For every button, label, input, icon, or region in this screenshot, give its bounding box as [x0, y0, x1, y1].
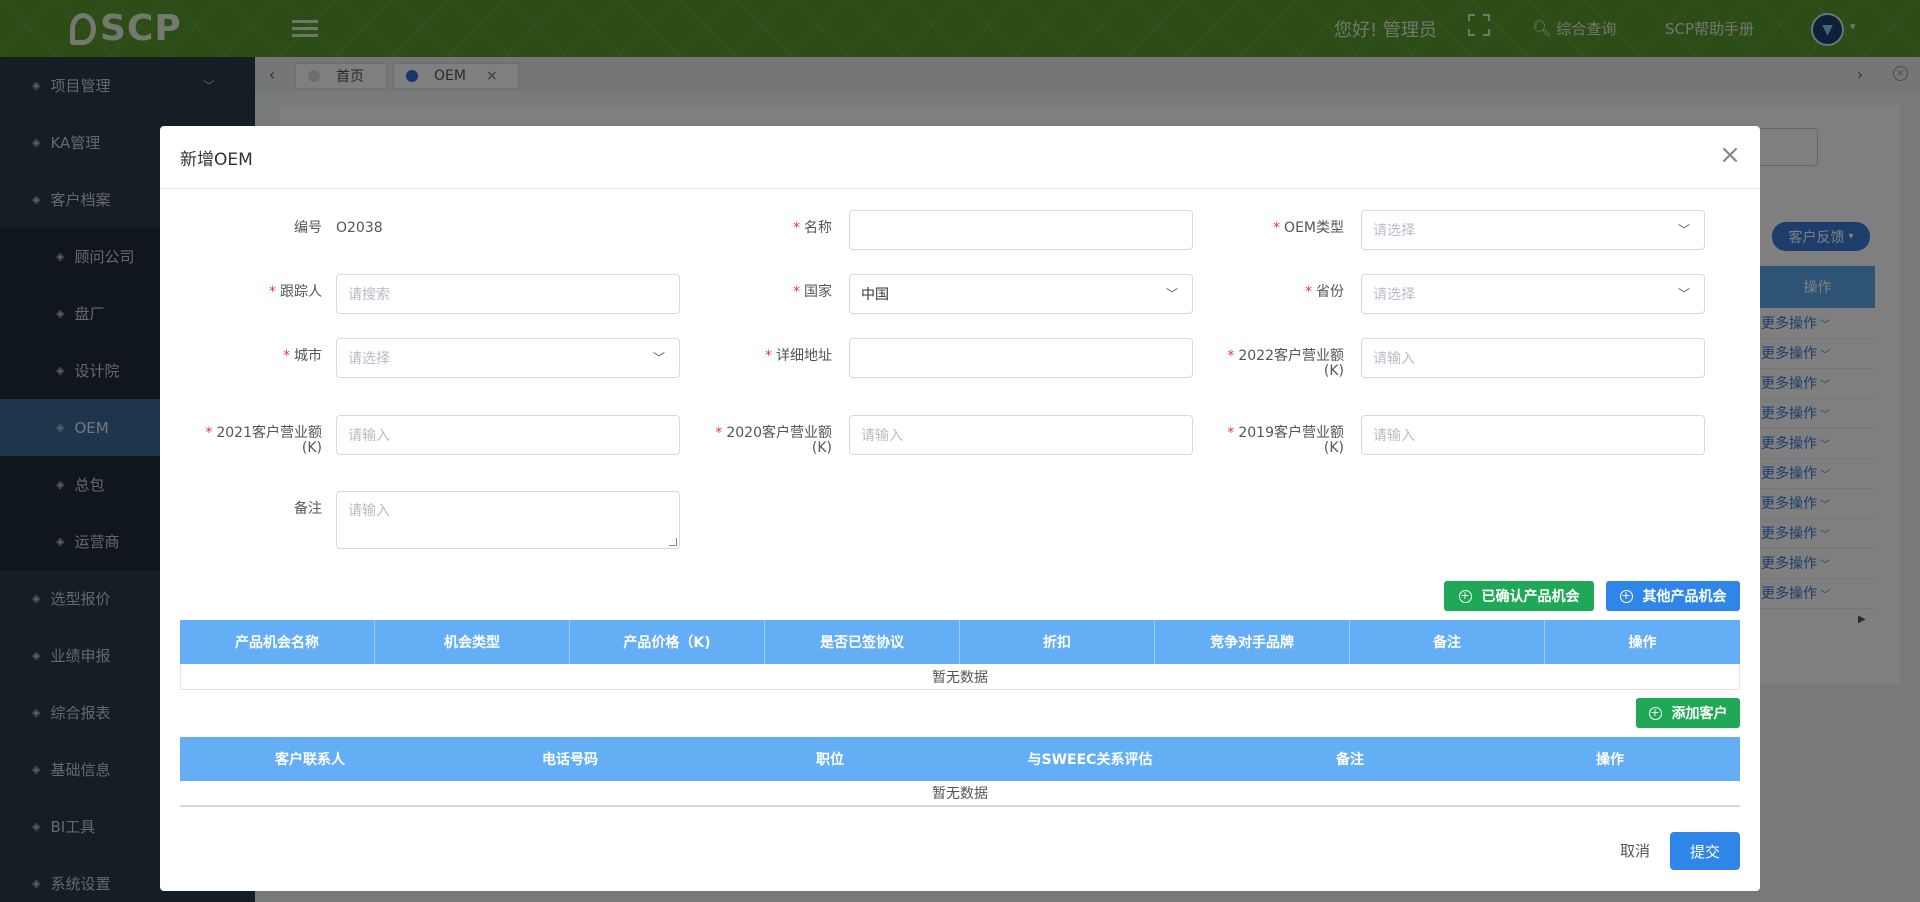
city-label: * 城市	[283, 348, 322, 364]
column-header[interactable]: 职位	[700, 737, 960, 781]
chevron-down-icon: ﹀	[1165, 287, 1178, 301]
column-header[interactable]: 备注	[1350, 620, 1545, 664]
column-header[interactable]: 客户联系人	[180, 737, 440, 781]
column-header[interactable]: 备注	[1220, 737, 1480, 781]
column-header[interactable]: 产品机会名称	[180, 620, 375, 664]
rev2021-label: * 2021客户营业额 (K)	[205, 425, 322, 456]
contact-table-header: 客户联系人 电话号码 职位 与SWEEC关系评估 备注 操作	[180, 737, 1740, 781]
address-input[interactable]	[849, 338, 1193, 378]
country-label: * 国家	[793, 284, 832, 300]
column-header[interactable]: 竞争对手品牌	[1155, 620, 1350, 664]
country-select[interactable]: 中国 ﹀	[849, 274, 1193, 314]
add-oem-dialog: 新增OEM × 编号 O2038 * 名称 * OEM类型 请选择 ﹀ * 跟踪人 请搜…	[160, 126, 1760, 891]
rev2020-input[interactable]: 请输入	[849, 415, 1193, 455]
province-label: * 省份	[1305, 284, 1344, 300]
column-header[interactable]: 电话号码	[440, 737, 700, 781]
code-value: O2038	[336, 220, 383, 236]
oem-type-label: * OEM类型	[1273, 220, 1344, 236]
rev2022-label: * 2022客户营业额 (K)	[1227, 348, 1344, 379]
resize-handle-icon[interactable]	[669, 538, 677, 546]
oem-type-select[interactable]: 请选择 ﹀	[1361, 210, 1705, 250]
other-opportunity-button[interactable]: + 其他产品机会	[1606, 581, 1740, 611]
close-icon[interactable]: ×	[1718, 142, 1742, 168]
chevron-down-icon: ﹀	[1677, 287, 1690, 301]
column-header[interactable]: 折扣	[960, 620, 1155, 664]
column-header[interactable]: 操作	[1545, 620, 1740, 664]
rev2019-input[interactable]: 请输入	[1361, 415, 1705, 455]
remark-textarea[interactable]: 请输入	[336, 491, 680, 549]
column-header[interactable]: 机会类型	[375, 620, 570, 664]
opportunity-table-header: 产品机会名称 机会类型 产品价格（K) 是否已签协议 折扣 竞争对手品牌 备注 …	[180, 620, 1740, 664]
rev2021-input[interactable]: 请输入	[336, 415, 680, 455]
empty-table-message: 暂无数据	[180, 781, 1740, 807]
confirmed-opportunity-button[interactable]: + 已确认产品机会	[1444, 581, 1594, 611]
remark-label: 备注	[294, 501, 322, 517]
plus-circle-icon: +	[1619, 588, 1633, 603]
rev2019-label: * 2019客户营业额 (K)	[1227, 425, 1344, 456]
dialog-title: 新增OEM	[180, 149, 253, 170]
code-label: 编号	[294, 220, 322, 236]
dialog-header: 新增OEM ×	[160, 126, 1760, 189]
chevron-down-icon: ﹀	[1677, 223, 1690, 237]
column-header[interactable]: 是否已签协议	[765, 620, 960, 664]
column-header[interactable]: 操作	[1480, 737, 1740, 781]
plus-circle-icon: +	[1648, 705, 1662, 720]
cancel-button[interactable]: 取消	[1620, 840, 1650, 861]
address-label: * 详细地址	[765, 348, 832, 364]
rev2020-label: * 2020客户营业额 (K)	[715, 425, 832, 456]
name-label: * 名称	[793, 220, 832, 236]
add-customer-button[interactable]: + 添加客户	[1636, 698, 1740, 728]
name-input[interactable]	[849, 210, 1193, 250]
tracker-label: * 跟踪人	[269, 284, 322, 300]
submit-button[interactable]: 提交	[1670, 832, 1740, 870]
plus-circle-icon: +	[1458, 588, 1472, 603]
column-header[interactable]: 产品价格（K)	[570, 620, 765, 664]
city-select[interactable]: 请选择 ﹀	[336, 338, 680, 378]
empty-table-message: 暂无数据	[180, 664, 1740, 690]
tracker-search-input[interactable]: 请搜索	[336, 274, 680, 314]
rev2022-input[interactable]: 请输入	[1361, 338, 1705, 378]
column-header[interactable]: 与SWEEC关系评估	[960, 737, 1220, 781]
chevron-down-icon: ﹀	[652, 351, 665, 365]
province-select[interactable]: 请选择 ﹀	[1361, 274, 1705, 314]
